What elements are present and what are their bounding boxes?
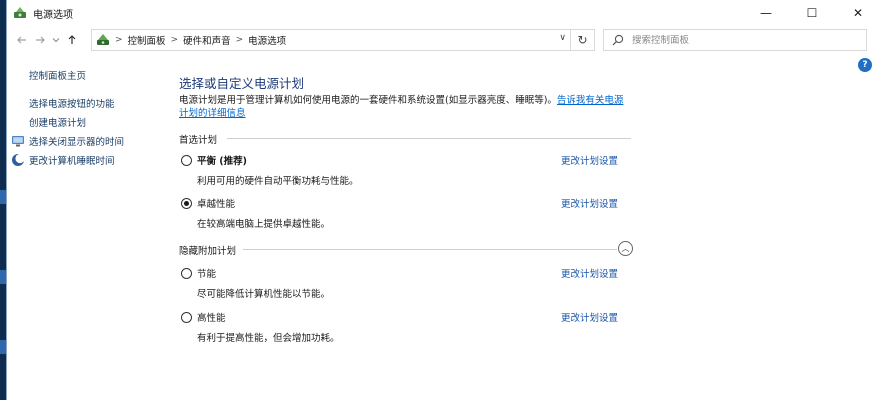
arrow-left-icon <box>17 36 26 44</box>
monitor-icon <box>12 136 24 147</box>
plan-ultimate-change-settings-link[interactable]: 更改计划设置 <box>561 196 618 210</box>
arrow-right-icon <box>36 36 45 44</box>
navigation-bar: > 控制面板 > 硬件和声音 > 电源选项 ∨ ↻ <box>7 26 880 54</box>
search-box[interactable] <box>603 29 867 51</box>
plan-description: 有利于提高性能，但会增加功耗。 <box>197 333 340 344</box>
arrow-up-icon <box>68 35 76 44</box>
description-text: 电源计划是用于管理计算机如何使用电源的一套硬件和系统设置(如显示器亮度、睡眠等)… <box>179 95 557 106</box>
chevron-down-icon <box>52 38 60 43</box>
hidden-plans-heading: 隐藏附加计划 <box>179 246 237 257</box>
plan-high-performance-radio[interactable] <box>181 311 192 323</box>
help-button[interactable]: ? <box>858 58 872 72</box>
preferred-plans-heading: 首选计划 <box>179 135 218 146</box>
left-task-pane: 控制面板主页 选择电源按钮的功能 创建电源计划 选择关闭显示器的时间 更改计算机… <box>7 54 167 400</box>
power-button-function-link[interactable]: 选择电源按钮的功能 <box>29 96 115 110</box>
group-divider <box>243 249 617 250</box>
forward-button[interactable] <box>31 30 49 50</box>
recent-locations-button[interactable] <box>49 30 63 50</box>
control-panel-icon <box>97 34 109 45</box>
create-power-plan-link[interactable]: 创建电源计划 <box>29 115 86 129</box>
plan-power-saver-radio[interactable] <box>181 267 192 279</box>
breadcrumb-control-panel[interactable]: 控制面板 <box>128 33 166 47</box>
plan-balanced-radio[interactable] <box>181 154 192 166</box>
plan-power-saver: 节能 尽可能降低计算机性能以节能。 <box>181 266 331 300</box>
breadcrumb-separator[interactable]: > <box>171 35 179 45</box>
window-title: 电源选项 <box>33 9 73 21</box>
collapse-hidden-plans-button[interactable]: ︿ <box>618 241 633 256</box>
back-button[interactable] <box>13 30 31 50</box>
plan-high-performance-change-settings-link[interactable]: 更改计划设置 <box>561 310 618 324</box>
group-divider <box>227 138 631 139</box>
chevron-up-icon: ︿ <box>621 244 630 253</box>
sleep-time-link[interactable]: 更改计算机睡眠时间 <box>11 153 115 167</box>
close-button[interactable]: ✕ <box>835 0 880 26</box>
breadcrumb-separator: > <box>115 35 123 45</box>
page-description: 电源计划是用于管理计算机如何使用电源的一套硬件和系统设置(如显示器亮度、睡眠等)… <box>179 94 629 120</box>
moon-icon <box>12 153 25 166</box>
plan-ultimate-performance-radio[interactable] <box>181 197 192 209</box>
page-title: 选择或自定义电源计划 <box>179 76 305 91</box>
address-dropdown-button[interactable]: ∨ <box>559 33 566 43</box>
power-options-window: 电源选项 — ☐ ✕ > 控制面板 > 硬件和声音 > 电源选项 ∨ ↻ 搜索控… <box>6 0 880 400</box>
refresh-button[interactable]: ↻ <box>571 29 595 51</box>
plan-power-saver-change-settings-link[interactable]: 更改计划设置 <box>561 266 618 280</box>
breadcrumb-power-options[interactable]: 电源选项 <box>248 33 286 47</box>
plan-name: 卓越性能 <box>197 199 236 210</box>
title-bar: 电源选项 — ☐ ✕ <box>7 0 880 26</box>
plan-ultimate-performance: 卓越性能 在较高端电脑上提供卓越性能。 <box>181 196 331 230</box>
display-off-time-link[interactable]: 选择关闭显示器的时间 <box>11 134 124 148</box>
plan-balanced-change-settings-link[interactable]: 更改计划设置 <box>561 153 618 167</box>
plan-description: 利用可用的硬件自动平衡功耗与性能。 <box>197 176 359 187</box>
control-panel-home-link[interactable]: 控制面板主页 <box>29 68 86 82</box>
maximize-button[interactable]: ☐ <box>789 0 835 26</box>
search-icon <box>612 34 624 46</box>
help-icon: ? <box>862 60 868 70</box>
power-options-app-icon <box>14 7 26 18</box>
plan-description: 在较高端电脑上提供卓越性能。 <box>197 219 331 230</box>
address-bar[interactable]: > 控制面板 > 硬件和声音 > 电源选项 ∨ <box>91 29 571 51</box>
plan-name: 高性能 <box>197 313 226 324</box>
display-off-time-label: 选择关闭显示器的时间 <box>29 137 125 148</box>
main-content: 选择或自定义电源计划 电源计划是用于管理计算机如何使用电源的一套硬件和系统设置(… <box>179 54 879 400</box>
search-input[interactable] <box>632 34 852 46</box>
breadcrumb-separator[interactable]: > <box>236 35 244 45</box>
minimize-button[interactable]: — <box>743 0 789 26</box>
plan-description: 尽可能降低计算机性能以节能。 <box>197 289 331 300</box>
up-button[interactable] <box>63 30 81 50</box>
window-controls: — ☐ ✕ <box>743 0 880 26</box>
breadcrumb-hardware-sound[interactable]: 硬件和声音 <box>183 33 231 47</box>
sleep-time-label: 更改计算机睡眠时间 <box>29 156 115 167</box>
radio-selected-dot <box>184 200 189 206</box>
plan-name: 平衡 (推荐) <box>197 156 247 167</box>
plan-balanced: 平衡 (推荐) 利用可用的硬件自动平衡功耗与性能。 <box>181 153 359 187</box>
refresh-icon: ↻ <box>577 33 588 47</box>
plan-name: 节能 <box>197 269 217 280</box>
plan-high-performance: 高性能 有利于提高性能，但会增加功耗。 <box>181 310 340 344</box>
